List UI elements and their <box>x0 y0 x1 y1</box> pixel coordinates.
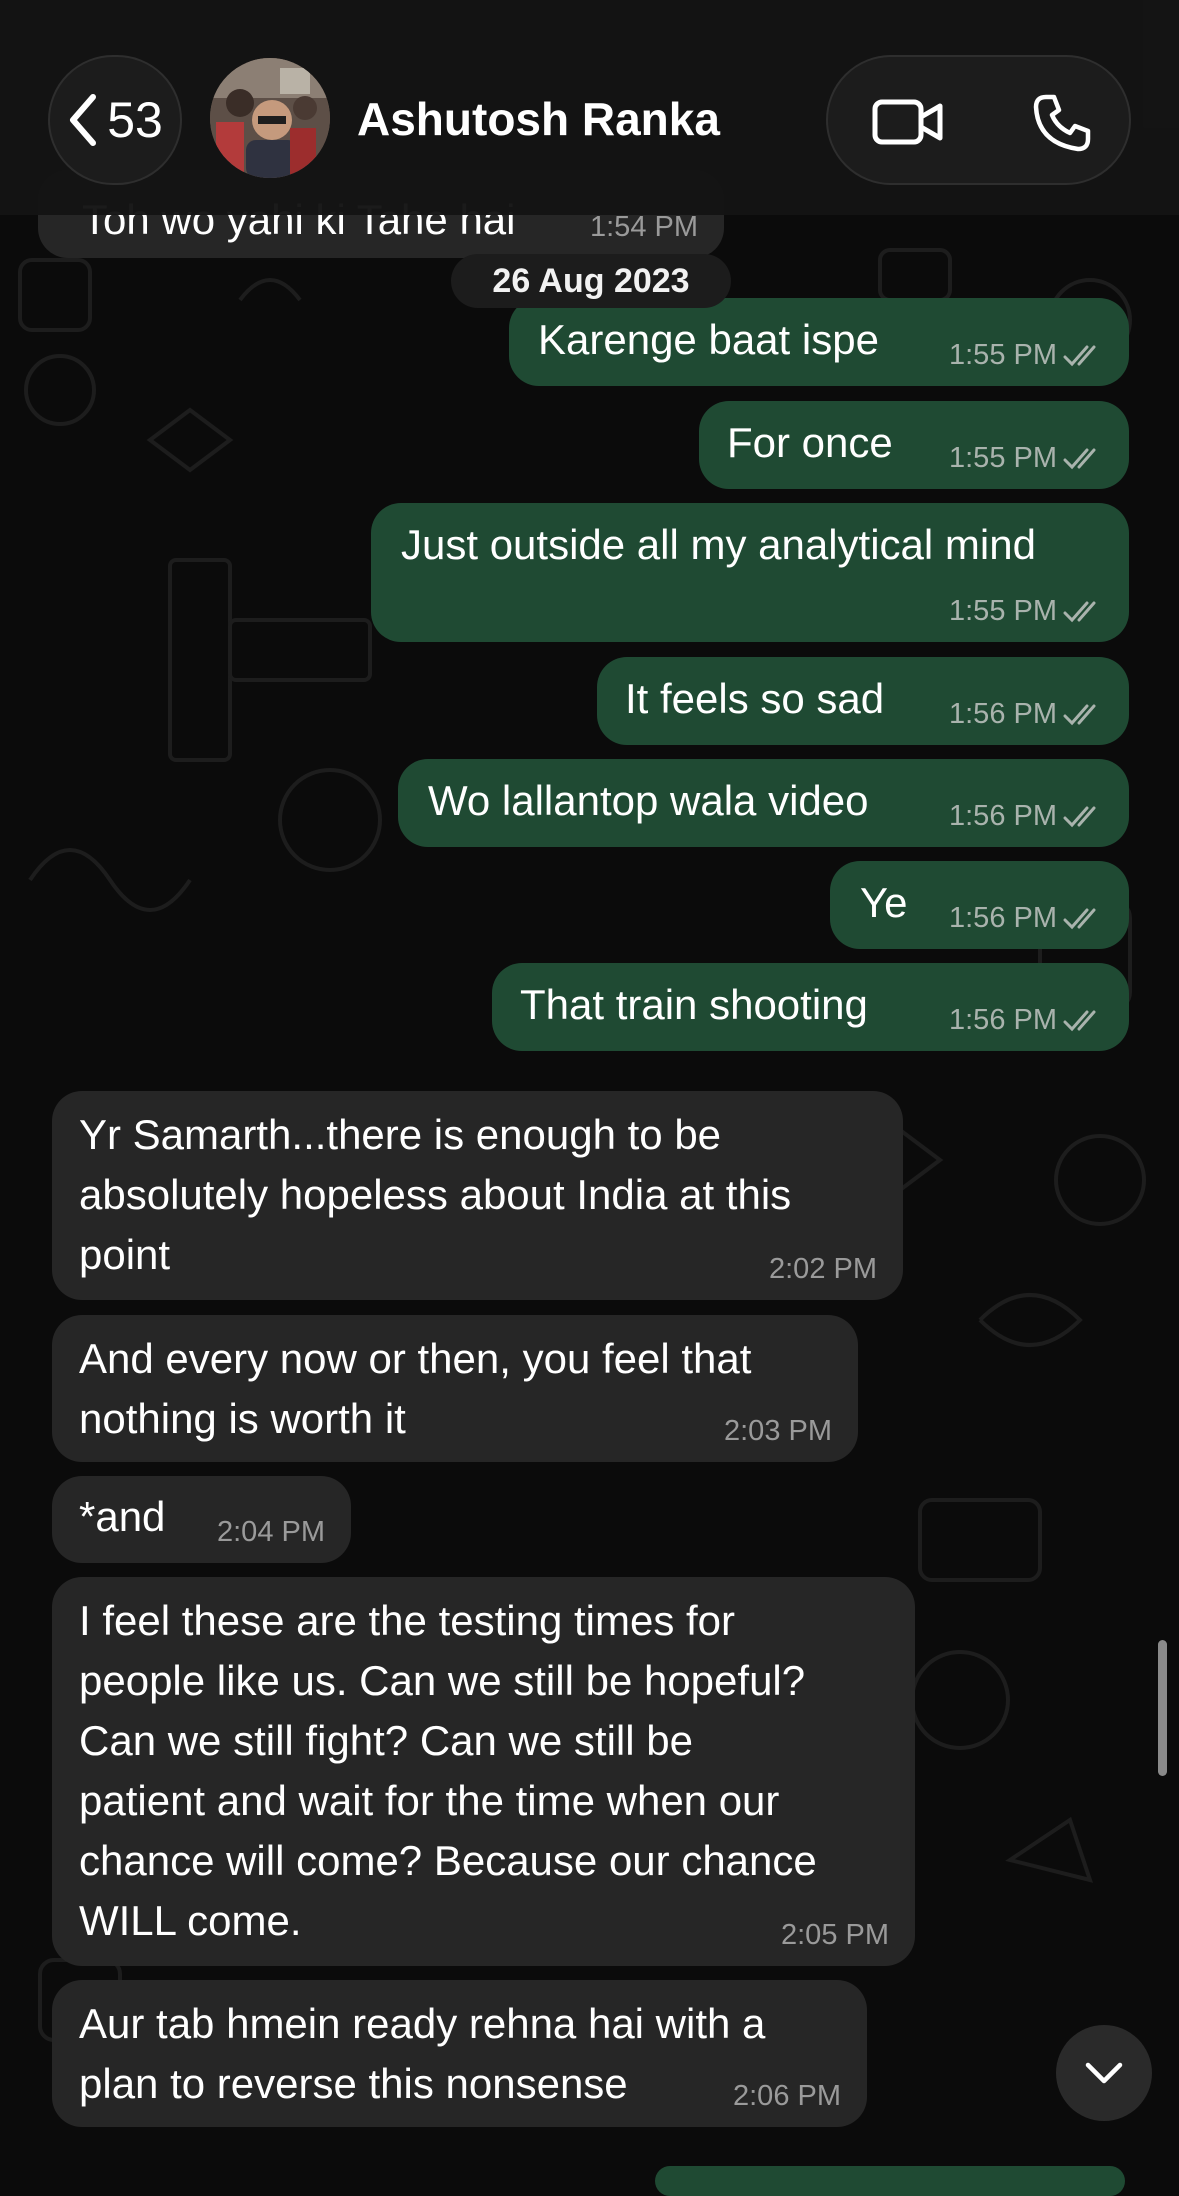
call-actions <box>826 55 1131 185</box>
message-incoming[interactable]: Yr Samarth...there is enough to be absol… <box>52 1091 903 1300</box>
message-meta: 1:54 PM <box>590 211 698 244</box>
double-check-icon <box>1063 908 1096 929</box>
message-meta: 2:06 PM <box>733 2080 841 2113</box>
message-meta: 1:55 PM <box>949 442 1103 475</box>
message-outgoing[interactable]: For once 1:55 PM <box>699 401 1129 489</box>
date-separator: 26 Aug 2023 <box>451 254 731 308</box>
double-check-icon <box>1063 345 1096 366</box>
message-text: And every now or then, you feel that not… <box>79 1335 752 1442</box>
message-meta: 2:03 PM <box>724 1415 832 1448</box>
chevron-down-icon <box>1085 2062 1123 2084</box>
message-time: 1:56 PM <box>949 902 1057 934</box>
message-outgoing[interactable]: That train shooting 1:56 PM <box>492 963 1129 1051</box>
message-text: For once <box>727 419 893 466</box>
scroll-to-bottom-button[interactable] <box>1056 2025 1152 2121</box>
message-time: 1:55 PM <box>949 339 1057 371</box>
message-time: 1:54 PM <box>590 211 698 243</box>
double-check-icon <box>1063 1010 1096 1031</box>
message-meta: 2:04 PM <box>217 1516 325 1549</box>
message-time: 1:56 PM <box>949 1004 1057 1036</box>
message-outgoing[interactable]: Wo lallantop wala video 1:56 PM <box>398 759 1129 847</box>
message-meta: 1:56 PM <box>949 698 1103 731</box>
message-time: 2:04 PM <box>217 1516 325 1548</box>
double-check-icon <box>1063 704 1096 725</box>
message-time: 2:06 PM <box>733 2080 841 2112</box>
message-outgoing[interactable]: It feels so sad 1:56 PM <box>597 657 1129 745</box>
message-outgoing[interactable]: Ye 1:56 PM <box>830 861 1129 949</box>
message-time: 2:03 PM <box>724 1415 832 1447</box>
message-text: It feels so sad <box>625 675 885 722</box>
message-meta: 1:56 PM <box>949 800 1103 833</box>
message-meta: 1:56 PM <box>949 1004 1103 1037</box>
message-outgoing[interactable]: Karenge baat ispe 1:55 PM <box>509 298 1129 386</box>
contact-name[interactable]: Ashutosh Ranka <box>357 92 720 146</box>
double-check-icon <box>1063 806 1096 827</box>
message-time: 2:02 PM <box>769 1253 877 1285</box>
message-incoming[interactable]: I feel these are the testing times for p… <box>52 1577 915 1966</box>
message-text: Karenge baat ispe <box>538 316 879 363</box>
message-meta: 2:05 PM <box>781 1919 889 1952</box>
message-meta: 1:55 PM <box>949 595 1103 628</box>
message-meta: 2:02 PM <box>769 1253 877 1286</box>
message-incoming[interactable]: Aur tab hmein ready rehna hai with a pla… <box>52 1980 867 2127</box>
message-outgoing[interactable]: Just outside all my analytical mind 1:55… <box>371 503 1129 642</box>
message-time: 2:05 PM <box>781 1919 889 1951</box>
unread-count: 53 <box>107 92 163 148</box>
chevron-left-icon <box>70 94 97 146</box>
message-incoming[interactable]: *and 2:04 PM <box>52 1476 351 1563</box>
message-text: Aur tab hmein ready rehna hai with a pla… <box>79 2000 766 2107</box>
double-check-icon <box>1063 601 1096 622</box>
back-button[interactable]: 53 <box>48 55 182 185</box>
message-time: 1:56 PM <box>949 698 1057 730</box>
message-text: I feel these are the testing times for p… <box>79 1597 817 1944</box>
message-meta: 1:56 PM <box>949 902 1103 935</box>
phone-icon[interactable] <box>1032 93 1092 153</box>
chat-header: 53 Ashutosh Ranka <box>0 0 1179 215</box>
message-incoming[interactable]: And every now or then, you feel that not… <box>52 1315 858 1462</box>
message-meta: 1:55 PM <box>949 339 1103 372</box>
message-time: 1:56 PM <box>949 800 1057 832</box>
message-text: Ye <box>860 879 908 926</box>
scrollbar[interactable] <box>1158 1640 1167 1776</box>
message-text: Yr Samarth...there is enough to be absol… <box>79 1111 792 1278</box>
double-check-icon <box>1063 448 1096 469</box>
message-text: Just outside all my analytical mind <box>401 521 1036 568</box>
avatar[interactable] <box>210 58 330 178</box>
message-time: 1:55 PM <box>949 442 1057 474</box>
message-text: *and <box>79 1493 166 1540</box>
video-camera-icon[interactable] <box>872 97 944 147</box>
message-time: 1:55 PM <box>949 595 1057 627</box>
message-text: Wo lallantop wala video <box>428 777 869 824</box>
message-outgoing-partial[interactable] <box>655 2166 1125 2196</box>
message-text: That train shooting <box>520 981 868 1028</box>
